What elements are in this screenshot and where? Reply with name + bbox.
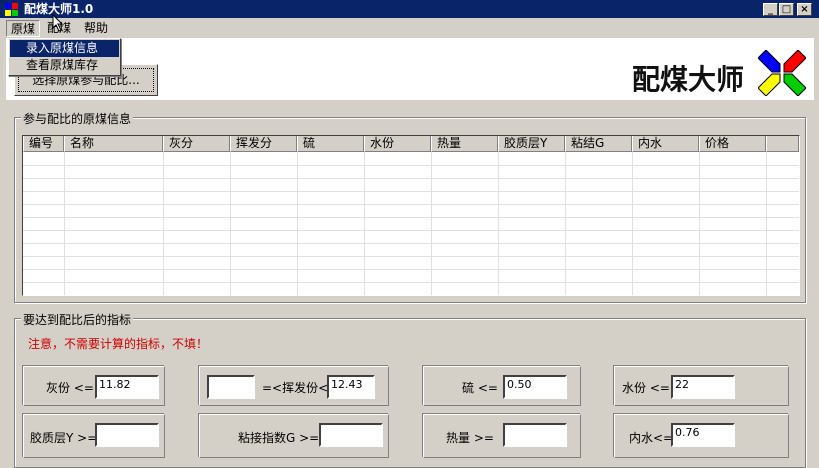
maximize-button[interactable]: □ — [779, 3, 794, 16]
column-header[interactable]: 粘结G — [565, 136, 632, 152]
grid-line — [23, 204, 799, 205]
grid-line — [364, 152, 365, 295]
ash-field-box: 灰份 <= 11.82 — [23, 366, 165, 406]
moisture-field-box: 水份 <= 22 — [614, 366, 789, 406]
target-group-title: 要达到配比后的指标 — [21, 311, 134, 328]
grid-line — [23, 256, 799, 257]
grid-line — [498, 152, 499, 295]
heat-field-box: 热量 >= — [423, 414, 581, 458]
close-button[interactable]: × — [797, 3, 812, 16]
column-header[interactable] — [766, 136, 799, 152]
column-header[interactable]: 灰分 — [163, 136, 230, 152]
grid-line — [23, 165, 799, 166]
moisture-input[interactable]: 22 — [671, 375, 735, 399]
brand-title: 配煤大师 — [631, 63, 744, 96]
grid-line — [23, 191, 799, 192]
plastic-input[interactable] — [95, 423, 159, 447]
heat-input[interactable] — [503, 423, 567, 447]
title-bar: 配煤大师1.0 _ □ × — [0, 0, 819, 18]
menu-bar: 原煤 配煤 帮助 — [0, 18, 819, 38]
inner-moisture-label: 内水<= — [629, 431, 674, 445]
brand-logo-icon — [758, 50, 806, 96]
caking-input[interactable] — [319, 423, 383, 447]
column-header[interactable]: 编号 — [23, 136, 64, 152]
ash-label: 灰份 <= — [46, 381, 94, 395]
column-header[interactable]: 名称 — [64, 136, 163, 152]
grid-line — [230, 152, 231, 295]
volatile-max-input[interactable]: 12.43 — [327, 375, 375, 399]
plastic-label: 胶质层Y >= — [30, 431, 98, 445]
menu-help[interactable]: 帮助 — [80, 20, 112, 37]
menu-coal[interactable]: 原煤 — [6, 20, 41, 37]
notice-text: 注意，不需要计算的指标，不填！ — [28, 337, 209, 351]
grid-line — [64, 152, 65, 295]
caking-label: 粘接指数G >= — [238, 431, 320, 445]
sulfur-input[interactable]: 0.50 — [503, 375, 567, 399]
grid-line — [699, 152, 700, 295]
sulfur-label: 硫 <= — [462, 381, 498, 395]
column-header[interactable]: 硫 — [297, 136, 364, 152]
grid-line — [23, 269, 799, 270]
volatile-min-input[interactable] — [207, 375, 255, 399]
moisture-label: 水份 <= — [622, 381, 670, 395]
menu-item-view-stock[interactable]: 查看原煤库存 — [10, 57, 119, 74]
mouse-cursor-icon — [52, 14, 64, 32]
column-header[interactable]: 热量 — [431, 136, 498, 152]
grid-line — [23, 282, 799, 283]
plastic-field-box: 胶质层Y >= — [23, 414, 165, 458]
grid-line — [766, 152, 767, 295]
column-header[interactable]: 胶质层Y — [498, 136, 565, 152]
caking-field-box: 粘接指数G >= — [199, 414, 389, 458]
inner-moisture-input[interactable]: 0.76 — [671, 423, 735, 447]
app-logo-icon — [5, 3, 18, 16]
inner-moisture-field-box: 内水<= 0.76 — [614, 414, 789, 458]
grid-line — [163, 152, 164, 295]
column-header[interactable]: 挥发分 — [230, 136, 297, 152]
grid-line — [431, 152, 432, 295]
coal-menu-dropdown: 录入原煤信息 查看原煤库存 — [8, 38, 121, 76]
column-header[interactable]: 价格 — [699, 136, 766, 152]
grid-line — [297, 152, 298, 295]
column-header[interactable]: 内水 — [632, 136, 699, 152]
grid-line — [565, 152, 566, 295]
grid-line — [632, 152, 633, 295]
volatile-field-box: =<挥发份<= 12.43 — [199, 366, 389, 406]
grid-line — [23, 243, 799, 244]
grid-line — [23, 230, 799, 231]
coal-group-title: 参与配比的原煤信息 — [21, 110, 134, 127]
grid-line — [23, 217, 799, 218]
coal-table[interactable]: 编号 名称 灰分 挥发分硫水份 热量 胶质层Y 粘结G 内水 价格 — [22, 135, 800, 296]
heat-label: 热量 >= — [446, 431, 494, 445]
column-header[interactable]: 水份 — [364, 136, 431, 152]
ash-input[interactable]: 11.82 — [95, 375, 159, 399]
menu-item-enter-coal[interactable]: 录入原煤信息 — [10, 40, 119, 57]
grid-line — [23, 178, 799, 179]
sulfur-field-box: 硫 <= 0.50 — [423, 366, 581, 406]
minimize-button[interactable]: _ — [763, 3, 778, 16]
